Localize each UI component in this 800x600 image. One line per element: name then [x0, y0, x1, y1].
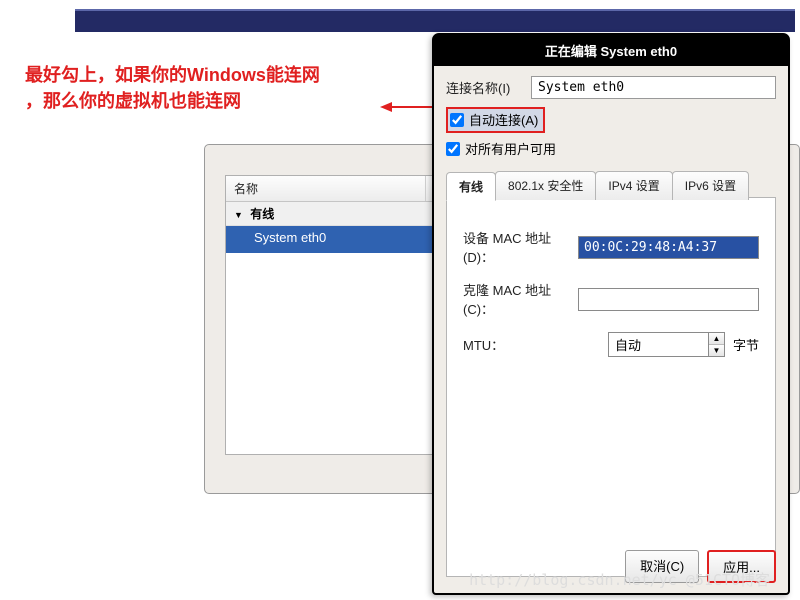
mtu-spin-wrap: 自动 ▲ ▼ 字节 [608, 332, 759, 357]
all-users-label[interactable]: 对所有用户可用 [465, 139, 556, 158]
clone-mac-input[interactable] [578, 288, 759, 311]
dialog-button-bar: 取消(C) 应用... [625, 550, 776, 583]
expand-icon: ▼ [234, 210, 243, 220]
apply-button[interactable]: 应用... [707, 550, 776, 583]
auto-connect-checkbox[interactable] [450, 113, 464, 127]
cancel-button[interactable]: 取消(C) [625, 550, 699, 583]
tab-ipv4[interactable]: IPv4 设置 [595, 171, 672, 200]
device-mac-input[interactable] [578, 236, 759, 259]
mtu-input[interactable]: 自动 [608, 332, 709, 357]
mtu-row: MTU： 自动 ▲ ▼ 字节 [463, 332, 759, 357]
mtu-stepper[interactable]: ▲ ▼ [709, 332, 725, 357]
auto-connect-label[interactable]: 自动连接(A) [469, 110, 538, 129]
edit-connection-dialog: 正在编辑 System eth0 连接名称(I) 自动连接(A) 对所有用户可用… [432, 33, 790, 595]
all-users-row: 对所有用户可用 [446, 139, 776, 158]
device-mac-label: 设备 MAC 地址(D)： [463, 228, 578, 266]
clone-mac-row: 克隆 MAC 地址(C)： [463, 280, 759, 318]
settings-notebook: 有线 802.1x 安全性 IPv4 设置 IPv6 设置 设备 MAC 地址(… [446, 197, 776, 577]
conn-name-row: 连接名称(I) [446, 76, 776, 99]
mtu-unit: 字节 [733, 335, 759, 354]
annotation-arrow [380, 97, 440, 117]
auto-connect-row: 自动连接(A) [446, 107, 776, 133]
device-mac-row: 设备 MAC 地址(D)： [463, 228, 759, 266]
auto-connect-highlight: 自动连接(A) [446, 107, 545, 133]
top-band [75, 9, 795, 32]
stepper-down-icon[interactable]: ▼ [709, 345, 724, 356]
stepper-up-icon[interactable]: ▲ [709, 333, 724, 345]
col-name[interactable]: 名称 [226, 176, 426, 201]
tab-ipv6[interactable]: IPv6 设置 [672, 171, 749, 200]
tab-wired-content: 设备 MAC 地址(D)： 克隆 MAC 地址(C)： MTU： 自动 ▲ ▼ [447, 198, 775, 381]
clone-mac-label: 克隆 MAC 地址(C)： [463, 280, 578, 318]
mtu-label: MTU： [463, 335, 608, 354]
annotation-line2: ，那么你的虚拟机也能连网 [25, 91, 241, 111]
tab-security[interactable]: 802.1x 安全性 [495, 171, 596, 200]
conn-name-label: 连接名称(I) [446, 78, 531, 97]
item-name: System eth0 [226, 226, 426, 253]
all-users-checkbox[interactable] [446, 142, 460, 156]
annotation-line1: 最好勾上，如果你的Windows能连网 [25, 65, 320, 85]
conn-name-input[interactable] [531, 76, 776, 99]
tab-strip: 有线 802.1x 安全性 IPv4 设置 IPv6 设置 [446, 171, 748, 200]
category-label: 有线 [250, 207, 274, 221]
annotation-text: 最好勾上，如果你的Windows能连网 ，那么你的虚拟机也能连网 [25, 62, 415, 114]
dialog-body: 连接名称(I) 自动连接(A) 对所有用户可用 有线 802.1x 安全性 IP… [434, 66, 788, 585]
tab-wired[interactable]: 有线 [446, 172, 496, 201]
dialog-titlebar[interactable]: 正在编辑 System eth0 [434, 35, 788, 66]
